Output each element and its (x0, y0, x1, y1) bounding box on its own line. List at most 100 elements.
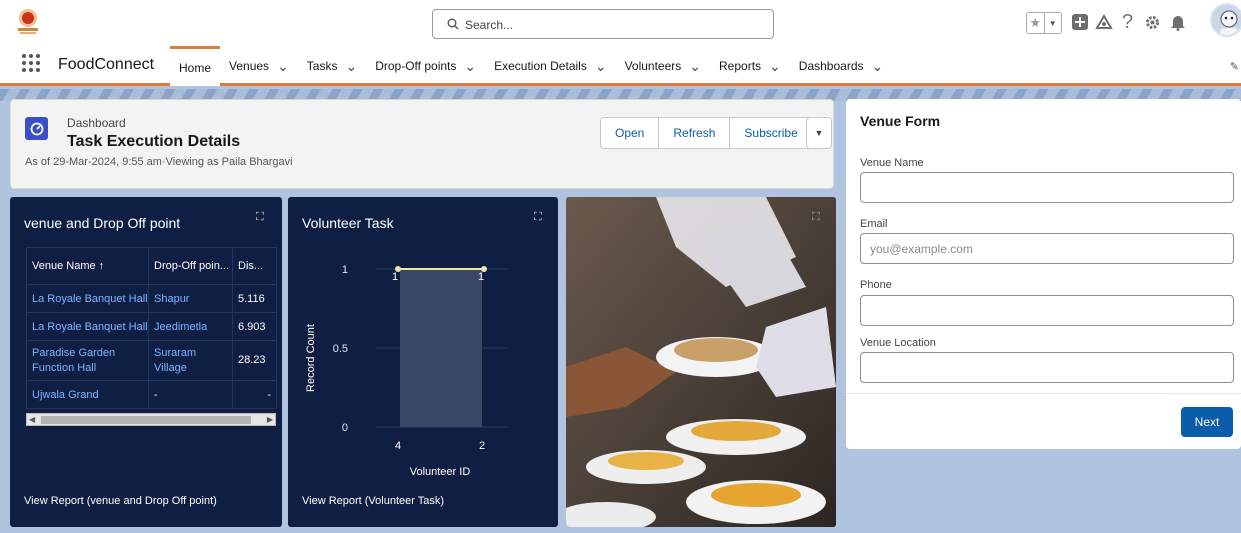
venue-location-input[interactable] (860, 352, 1234, 383)
table-header-row: Venue Name ↑ Drop-Off poin... Dis... (26, 247, 277, 285)
dropoff-link[interactable]: Jeedimetla (148, 312, 233, 341)
bar (400, 269, 482, 427)
col-venue-name[interactable]: Venue Name ↑ (26, 247, 149, 285)
trailhead-icon[interactable] (1095, 9, 1113, 35)
x-tick-label: 4 (395, 440, 401, 452)
dropoff-cell: - (148, 380, 233, 409)
nav-tab-label: Volunteers (624, 59, 682, 73)
venue-link[interactable]: La Royale Banquet Hall. (26, 312, 149, 341)
view-report-link[interactable]: View Report (venue and Drop Off point) (24, 495, 217, 507)
dashboard-icon (25, 117, 48, 140)
venue-dropoff-widget: venue and Drop Off point ⛶ Venue Name ↑ … (10, 197, 282, 527)
open-button[interactable]: Open (601, 118, 660, 148)
chevron-down-icon[interactable]: ⌄ (769, 59, 781, 73)
form-title: Venue Form (860, 113, 941, 129)
col-distance[interactable]: Dis... (232, 247, 277, 285)
table-row: La Royale Banquet Hall. Shapur 5.116 (26, 284, 277, 313)
chevron-down-icon[interactable]: ⌄ (689, 59, 701, 73)
x-axis-label: Volunteer ID (410, 466, 471, 478)
chevron-down-icon[interactable]: ⌄ (464, 59, 476, 73)
dropoff-link[interactable]: Suraram Village (148, 340, 233, 381)
nav-tab-label: Dashboards (798, 59, 864, 73)
dashboard-title: Task Execution Details (67, 133, 241, 150)
distance-cell: 5.116 (232, 284, 277, 313)
chevron-down-icon[interactable]: ▼ (1043, 13, 1062, 33)
table-row: La Royale Banquet Hall. Jeedimetla 6.903 (26, 312, 277, 341)
nav-tab-execution-details[interactable]: Execution Details ⌄ (485, 46, 615, 86)
venue-link[interactable]: La Royale Banquet Hall. (26, 284, 149, 313)
nav-tab-home[interactable]: Home (170, 46, 221, 86)
y-tick-label: 0 (342, 422, 348, 434)
scroll-right-icon[interactable]: ▶ (267, 414, 273, 425)
data-label: 1 (478, 271, 484, 283)
global-actions-plus-icon[interactable] (1071, 9, 1089, 35)
edit-nav-icon[interactable]: ✎ (1230, 60, 1239, 73)
user-avatar[interactable] (1210, 3, 1241, 37)
venue-name-label: Venue Name (860, 157, 924, 169)
venue-link[interactable]: Ujwala Grand (26, 380, 149, 409)
nav-tab-dashboards[interactable]: Dashboards ⌄ (790, 46, 892, 86)
widget-title: Volunteer Task (302, 215, 394, 231)
table-row: Ujwala Grand - - (26, 380, 277, 409)
nav-tabs: Home Venues ⌄ Tasks ⌄ Drop-Off points ⌄ Executi… (170, 46, 892, 86)
nav-tab-venues[interactable]: Venues ⌄ (220, 46, 298, 86)
nav-tab-drop-off-points[interactable]: Drop-Off points ⌄ (366, 46, 485, 86)
bell-icon[interactable] (1170, 9, 1186, 35)
distance-cell: 6.903 (232, 312, 277, 341)
venue-name-input[interactable] (860, 172, 1234, 203)
more-actions-chevron-icon[interactable]: ▼ (806, 117, 832, 149)
chevron-down-icon[interactable]: ⌄ (595, 59, 607, 73)
refresh-button[interactable]: Refresh (659, 118, 731, 148)
app-navigation-bar: FoodConnect Home Venues ⌄ Tasks ⌄ Drop-Off po… (0, 46, 1241, 86)
venue-link[interactable]: Paradise Garden Function Hall (26, 340, 149, 381)
chevron-down-icon[interactable]: ⌄ (345, 59, 357, 73)
expand-icon[interactable]: ⛶ (534, 211, 542, 224)
nav-tab-label: Tasks (306, 59, 338, 73)
nav-tab-label: Drop-Off points (375, 59, 457, 73)
scrollbar-thumb[interactable] (41, 416, 251, 424)
nav-tab-label: Execution Details (494, 59, 587, 73)
y-tick-label: 1 (342, 264, 348, 276)
star-icon[interactable]: ★ (1027, 13, 1044, 33)
favorites-button-group[interactable]: ★ ▼ (1026, 12, 1062, 34)
email-label: Email (860, 218, 888, 230)
col-dropoff-point[interactable]: Drop-Off poin... (148, 247, 233, 285)
nav-tab-label: Venues (229, 59, 270, 73)
dashboard-actions: Open Refresh Subscribe (600, 117, 813, 149)
scroll-left-icon[interactable]: ◀ (29, 414, 35, 425)
chevron-down-icon[interactable]: ⌄ (277, 59, 289, 73)
distance-cell: 28.23 (232, 340, 277, 381)
global-search[interactable]: Search... (432, 9, 774, 39)
nav-tab-volunteers[interactable]: Volunteers ⌄ (616, 46, 710, 86)
venue-table: Venue Name ↑ Drop-Off poin... Dis... La … (26, 247, 277, 409)
nav-tab-label: Reports (719, 59, 762, 73)
nav-tab-tasks[interactable]: Tasks ⌄ (298, 46, 366, 86)
table-row: Paradise Garden Function Hall Suraram Vi… (26, 340, 277, 381)
next-button[interactable]: Next (1181, 407, 1233, 437)
nav-tab-reports[interactable]: Reports ⌄ (710, 46, 790, 86)
y-axis-label: Record Count (305, 324, 317, 392)
subscribe-button[interactable]: Subscribe (730, 118, 811, 148)
nav-tab-label: Home (179, 60, 212, 75)
y-tick-label: 0.5 (333, 343, 348, 355)
app-launcher-icon[interactable] (22, 54, 40, 72)
view-report-link[interactable]: View Report (Volunteer Task) (302, 495, 444, 507)
gear-icon[interactable] (1144, 9, 1161, 35)
expand-icon[interactable]: ⛶ (256, 211, 264, 224)
dashboard-subtitle: As of 29-Mar-2024, 9:55 am·Viewing as Pa… (25, 156, 293, 168)
email-input[interactable]: you@example.com (860, 233, 1234, 264)
global-header: Search... ★ ▼ ? (0, 0, 1241, 46)
dropoff-link[interactable]: Shapur (148, 284, 233, 313)
search-placeholder: Search... (465, 18, 514, 32)
dashboard-kicker: Dashboard (67, 116, 126, 130)
app-name: FoodConnect (58, 56, 155, 73)
volunteer-task-chart: 0 0.5 1 1 1 4 2 Volunteer ID Record Count (305, 264, 508, 478)
table-horizontal-scrollbar[interactable]: ◀ ▶ (26, 413, 276, 426)
help-icon[interactable]: ? (1122, 9, 1133, 35)
distance-cell: - (232, 380, 277, 409)
phone-input[interactable] (860, 295, 1234, 326)
search-icon (447, 18, 459, 33)
chevron-down-icon[interactable]: ⌄ (872, 59, 884, 73)
expand-icon[interactable]: ⛶ (812, 211, 820, 224)
foodconnect-logo[interactable] (14, 6, 42, 36)
